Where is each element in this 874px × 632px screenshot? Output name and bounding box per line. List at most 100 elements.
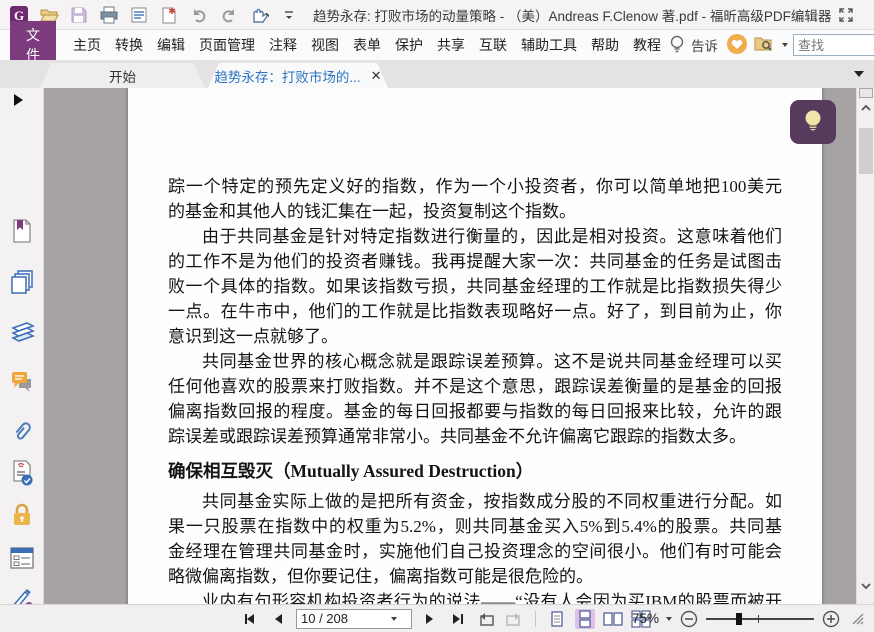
layout-continuous-button[interactable] — [575, 608, 595, 629]
statusbar-separator — [535, 610, 536, 627]
document-text-line: 踪误差或跟踪误差预算通常非常小。共同基金不允许偏离它跟踪的指数太多。 — [168, 427, 746, 446]
menu-item-7[interactable]: 保护 — [388, 31, 430, 59]
menu-bar: 文件 主页 转换 编辑 页面管理 注释 视图 表单 保护 共享 互联 辅助工具 帮助 教程 告诉 — [0, 21, 874, 69]
page-number-input[interactable] — [301, 611, 391, 626]
hand-tool-icon[interactable] — [248, 4, 269, 25]
scroll-down-icon[interactable] — [861, 582, 871, 592]
layers-icon[interactable] — [9, 319, 35, 345]
zoom-slider-thumb[interactable] — [736, 612, 742, 625]
document-text-line: 由于共同基金是针对特定指数进行衡量的，因此是相对投资。这意味着他们 — [202, 227, 782, 246]
zoom-in-button[interactable] — [821, 609, 841, 629]
menu-item-8[interactable]: 共享 — [430, 31, 472, 59]
menu-item-11[interactable]: 帮助 — [584, 31, 626, 59]
zoom-level-label[interactable]: 75% — [632, 611, 659, 626]
assistant-lightbulb-button[interactable] — [790, 100, 836, 144]
undo-icon[interactable] — [188, 4, 209, 25]
menu-item-2[interactable]: 编辑 — [150, 31, 192, 59]
menu-items: 主页 转换 编辑 页面管理 注释 视图 表单 保护 共享 互联 辅助工具 帮助 教程 — [66, 31, 668, 59]
menu-item-5[interactable]: 视图 — [304, 31, 346, 59]
page-navigation — [240, 608, 651, 629]
page-number-dropdown[interactable] — [391, 616, 397, 621]
document-heading: 确保相互毁灭（Mutually Assured Destruction） — [168, 461, 534, 481]
menu-item-6[interactable]: 表单 — [346, 31, 388, 59]
menu-item-12[interactable]: 教程 — [626, 31, 668, 59]
tab-close-icon[interactable]: ✕ — [371, 68, 382, 84]
tell-me-label[interactable]: 告诉 — [691, 35, 721, 55]
scrollbar-split-handle[interactable] — [859, 88, 873, 98]
menu-item-0[interactable]: 主页 — [66, 31, 108, 59]
page-thumbnails-icon[interactable] — [9, 269, 35, 295]
menu-item-9[interactable]: 互联 — [472, 31, 514, 59]
svg-text:✱: ✱ — [168, 6, 176, 16]
print-icon[interactable] — [98, 4, 119, 25]
tab-document[interactable]: 趋势永存：打败市场的... ✕ — [208, 63, 388, 88]
next-page-button[interactable] — [420, 609, 440, 629]
status-bar: 75% — [0, 604, 874, 632]
zoom-out-button[interactable] — [679, 609, 699, 629]
zoom-controls: 75% — [632, 609, 868, 629]
document-text-line: 果一只股票在指数中的权重为5.2%，则共同基金买入5%到5.4%的股票。共同基 — [168, 517, 782, 536]
document-text-line: 任何他喜欢的股票来打败指数。并不是这个意思，跟踪误差衡量的是基金的回报 — [168, 377, 782, 396]
document-text-line: 偏离指数回报的程度。基金的每日回报都要与指数的每日回报来比较，允许的跟 — [168, 402, 782, 421]
layout-single-page-button[interactable] — [547, 609, 567, 629]
tab-list-dropdown-icon[interactable] — [854, 71, 864, 77]
window-title: 趋势永存: 打败市场的动量策略 - （美）Andreas F.Clenow 著.… — [313, 8, 832, 24]
document-tab-bar: 开始 趋势永存：打败市场的... ✕ — [0, 60, 874, 88]
customize-quick-access-icon[interactable] — [278, 4, 299, 25]
digital-signatures-icon[interactable] — [9, 460, 35, 486]
document-text-line: 意识到这一点就够了。 — [168, 327, 338, 346]
vertical-scrollbar[interactable] — [856, 88, 874, 604]
previous-page-button[interactable] — [268, 609, 288, 629]
form-fields-icon[interactable] — [9, 545, 35, 571]
document-text-line: 的工作不是为他们的投资者赚钱。我再提醒大家一次：共同基金的任务是试图击 — [168, 252, 782, 271]
menu-right-cluster: 告诉 — [668, 33, 874, 58]
zoom-slider-track[interactable] — [706, 617, 814, 620]
search-input[interactable] — [794, 37, 874, 53]
first-page-button[interactable] — [240, 609, 260, 629]
security-icon[interactable] — [9, 502, 35, 528]
heart-icon[interactable] — [726, 33, 748, 58]
window-controls — [831, 4, 874, 26]
lightbulb-glyph-icon — [805, 110, 821, 131]
document-text-line: 金经理在管理共同基金时，实施他们自己投资理念的空间很小。他们有时可能会 — [168, 542, 782, 561]
lightbulb-icon[interactable] — [668, 34, 686, 57]
menu-item-4[interactable]: 注释 — [262, 31, 304, 59]
navigation-sidebar — [0, 88, 44, 614]
last-page-button[interactable] — [448, 609, 468, 629]
attachments-icon[interactable] — [9, 419, 35, 445]
document-view[interactable]: 踪一个特定的预先定义好的指数，作为一个小投资者，你可以简单地把100美元 的基金和… — [44, 88, 856, 604]
email-icon[interactable] — [128, 4, 149, 25]
menu-item-10[interactable]: 辅助工具 — [514, 31, 584, 59]
search-box — [793, 34, 874, 56]
document-text-line: 踪一个特定的预先定义好的指数，作为一个小投资者，你可以简单地把100美元 — [168, 177, 782, 196]
menu-item-3[interactable]: 页面管理 — [192, 31, 262, 59]
next-view-button — [504, 609, 524, 629]
document-text-line: 共同基金实际上做的是把所有资金，按指数成分股的不同权重进行分配。如 — [202, 492, 782, 511]
comments-icon[interactable] — [9, 369, 35, 395]
previous-view-button[interactable] — [476, 609, 496, 629]
search-folder-icon[interactable] — [753, 34, 777, 57]
tab-document-label: 趋势永存：打败市场的... — [214, 69, 361, 85]
layout-facing-button[interactable] — [603, 609, 623, 629]
new-document-icon[interactable]: ✱ — [158, 4, 179, 25]
menu-item-1[interactable]: 转换 — [108, 31, 150, 59]
pdf-page: 踪一个特定的预先定义好的指数，作为一个小投资者，你可以简单地把100美元 的基金和… — [128, 88, 822, 604]
zoom-dropdown[interactable] — [666, 616, 672, 621]
document-text-line: 一点。在牛市中，他们的工作就是比指数表现略好一点。好了，到目前为止，你 — [168, 302, 782, 321]
scroll-up-icon[interactable] — [861, 104, 871, 114]
document-text-line: 败一个具体的指数。如果该指数亏损，共同基金经理的工作就是比指数损失得少 — [168, 277, 782, 296]
document-text-line: 共同基金世界的核心概念就是跟踪误差预算。这不是说共同基金经理可以买 — [202, 352, 782, 371]
toggle-toolbars-icon[interactable] — [831, 4, 861, 26]
page-number-box — [296, 608, 412, 629]
resize-grip-icon[interactable] — [848, 609, 868, 629]
search-folder-dropdown[interactable] — [782, 43, 788, 47]
minimize-button[interactable] — [867, 4, 874, 26]
save-icon[interactable] — [68, 4, 89, 25]
redo-icon[interactable] — [218, 4, 239, 25]
expand-panel-icon[interactable] — [14, 94, 23, 106]
scrollbar-thumb[interactable] — [859, 128, 873, 174]
document-text-line: 略微偏离指数，但你要记住，偏离指数可能是很危险的。 — [168, 567, 593, 586]
bookmarks-icon[interactable] — [9, 218, 35, 244]
zoom-slider[interactable] — [706, 612, 814, 626]
tab-start[interactable]: 开始 — [40, 63, 205, 88]
